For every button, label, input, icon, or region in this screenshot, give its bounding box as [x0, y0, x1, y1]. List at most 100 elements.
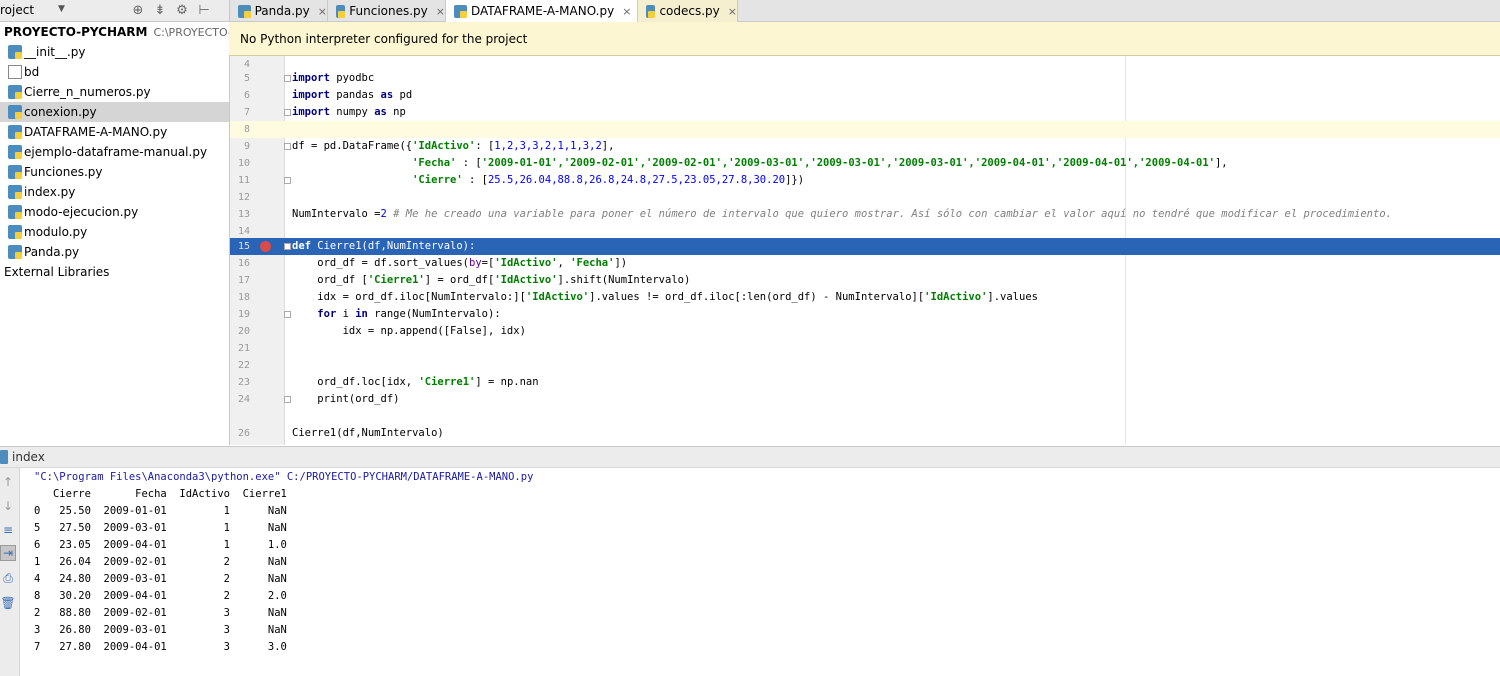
- fold-marker-icon[interactable]: [284, 311, 291, 318]
- console-line: 8 30.20 2009-04-01 2 2.0: [34, 590, 287, 602]
- line-number: 13: [237, 209, 250, 220]
- gear-icon[interactable]: ⚙: [175, 3, 189, 18]
- python-file-icon: [336, 4, 346, 18]
- tree-item-funciones[interactable]: Funciones.py: [0, 162, 229, 182]
- tree-item-init[interactable]: __init__.py: [0, 42, 229, 62]
- code-line[interactable]: 21: [230, 340, 1500, 357]
- chevron-down-icon[interactable]: ▼: [58, 4, 65, 14]
- code-editor[interactable]: 4 5 import pyodbc 6 import pandas as pd …: [229, 56, 1500, 445]
- fold-marker-icon[interactable]: [284, 396, 291, 403]
- tree-item-index[interactable]: index.py: [0, 182, 229, 202]
- trash-icon[interactable]: 🗑: [0, 595, 16, 611]
- line-number: 5: [243, 73, 250, 84]
- code-line[interactable]: 26 Cierre1(df,NumIntervalo): [230, 425, 1500, 442]
- line-number: 9: [243, 141, 250, 152]
- banner-text: No Python interpreter configured for the…: [240, 31, 528, 46]
- tree-item-external-libraries[interactable]: External Libraries: [0, 262, 229, 282]
- tree-item-panda[interactable]: Panda.py: [0, 242, 229, 262]
- console-line: 6 23.05 2009-04-01 1 1.0: [34, 539, 287, 551]
- code-line-current[interactable]: 8: [230, 121, 1500, 138]
- code-line[interactable]: 23 ord_df.loc[idx, 'Cierre1'] = np.nan: [230, 374, 1500, 391]
- tab-label: codecs.py: [659, 4, 720, 18]
- fold-marker-icon[interactable]: [284, 109, 291, 116]
- line-number: 21: [237, 343, 250, 354]
- code-line[interactable]: 9 df = pd.DataFrame({'IdActivo': [1,2,3,…: [230, 138, 1500, 155]
- tree-root[interactable]: PROYECTO-PYCHARM C:\PROYECTO-PYCHARM: [0, 22, 229, 42]
- python-file-icon: [8, 45, 22, 59]
- code-line[interactable]: 22: [230, 357, 1500, 374]
- line-number: 22: [237, 360, 250, 371]
- python-file-icon: [8, 105, 22, 119]
- project-view-selector[interactable]: roject: [0, 3, 34, 17]
- close-icon[interactable]: ×: [622, 5, 631, 18]
- code-line[interactable]: 20 idx = np.append([False], idx): [230, 323, 1500, 340]
- code-text: 'Fecha' : ['2009-01-01','2009-02-01','20…: [412, 157, 1228, 169]
- python-file-icon: [8, 85, 22, 99]
- python-file-icon: [8, 185, 22, 199]
- tree-item-modo-ejecucion[interactable]: modo-ejecucion.py: [0, 202, 229, 222]
- run-panel-header: index: [0, 446, 1500, 468]
- code-line[interactable]: 18 idx = ord_df.iloc[NumIntervalo:]['IdA…: [230, 289, 1500, 306]
- code-line[interactable]: 5 import pyodbc: [230, 70, 1500, 87]
- console-line: 7 27.80 2009-04-01 3 3.0: [34, 641, 287, 653]
- tree-item-bd[interactable]: bd: [0, 62, 229, 82]
- code-line[interactable]: 24 print(ord_df): [230, 391, 1500, 408]
- python-file-icon: [454, 4, 467, 18]
- code-line[interactable]: 13 NumIntervalo =2 # Me he creado una va…: [230, 206, 1500, 223]
- code-line[interactable]: 12: [230, 189, 1500, 206]
- python-file-icon: [8, 125, 22, 139]
- soft-wrap-icon[interactable]: ≡: [0, 522, 16, 538]
- close-icon[interactable]: ×: [728, 5, 737, 18]
- breakpoint-icon[interactable]: [260, 241, 271, 252]
- console-command-line: "C:\Program Files\Anaconda3\python.exe" …: [34, 471, 534, 483]
- python-run-icon: [0, 450, 8, 464]
- collapse-icon[interactable]: ⇟: [153, 3, 167, 18]
- tab-codecs[interactable]: codecs.py ×: [638, 0, 738, 22]
- tab-funciones[interactable]: Funciones.py ×: [328, 0, 446, 22]
- fold-marker-icon[interactable]: [284, 177, 291, 184]
- tree-item-cierre-n-numeros[interactable]: Cierre_n_numeros.py: [0, 82, 229, 102]
- hide-icon[interactable]: ⊢: [197, 3, 211, 18]
- code-text: print(ord_df): [292, 393, 400, 405]
- line-number: 8: [243, 124, 250, 135]
- code-line[interactable]: 7 import numpy as np: [230, 104, 1500, 121]
- fold-marker-icon[interactable]: [284, 75, 291, 82]
- code-text: import pandas as pd: [292, 89, 413, 101]
- code-text: import pyodbc: [292, 72, 375, 84]
- code-text: df = pd.DataFrame({'IdActivo': [1,2,3,3,…: [292, 140, 615, 152]
- tree-item-label: modo-ejecucion.py: [24, 205, 139, 219]
- file-icon: [8, 65, 22, 79]
- code-line[interactable]: 6 import pandas as pd: [230, 87, 1500, 104]
- close-icon[interactable]: ×: [436, 5, 445, 18]
- arrow-up-icon[interactable]: ↑: [0, 474, 16, 490]
- fold-marker-icon[interactable]: [284, 143, 291, 150]
- tree-item-label: External Libraries: [4, 265, 110, 279]
- code-line[interactable]: 11 'Cierre' : [25.5,26.04,88.8,26.8,24.8…: [230, 172, 1500, 189]
- line-number: 18: [237, 292, 250, 303]
- tree-item-conexion[interactable]: conexion.py: [0, 102, 229, 122]
- code-line[interactable]: 19 for i in range(NumIntervalo):: [230, 306, 1500, 323]
- root-name: PROYECTO-PYCHARM: [4, 25, 148, 39]
- tab-panda[interactable]: Panda.py ×: [230, 0, 328, 22]
- close-icon[interactable]: ×: [318, 5, 327, 18]
- root-path: C:\PROYECTO-PYCHARM: [153, 25, 229, 39]
- arrow-down-icon[interactable]: ↓: [0, 498, 16, 514]
- code-line[interactable]: 10 'Fecha' : ['2009-01-01','2009-02-01',…: [230, 155, 1500, 172]
- run-config-title[interactable]: index: [12, 450, 45, 464]
- scroll-to-end-icon[interactable]: ⇥: [0, 545, 16, 561]
- code-line[interactable]: 17 ord_df ['Cierre1'] = ord_df['IdActivo…: [230, 272, 1500, 289]
- run-console-output[interactable]: "C:\Program Files\Anaconda3\python.exe" …: [20, 468, 1500, 676]
- tab-dataframe-a-mano[interactable]: DATAFRAME-A-MANO.py ×: [446, 0, 638, 22]
- code-text: 'Cierre' : [25.5,26.04,88.8,26.8,24.8,27…: [412, 174, 805, 186]
- tree-item-dataframe-a-mano[interactable]: DATAFRAME-A-MANO.py: [0, 122, 229, 142]
- line-number: 23: [237, 377, 250, 388]
- python-file-icon: [8, 225, 22, 239]
- target-icon[interactable]: ⊕: [131, 3, 145, 18]
- code-line[interactable]: 16 ord_df = df.sort_values(by=['IdActivo…: [230, 255, 1500, 272]
- print-icon[interactable]: ⎙: [0, 570, 16, 586]
- code-text: ord_df.loc[idx, 'Cierre1'] = np.nan: [292, 376, 539, 388]
- code-line-breakpoint[interactable]: 15 def Cierre1(df,NumIntervalo):: [230, 238, 1500, 255]
- tree-item-ejemplo-dataframe-manual[interactable]: ejemplo-dataframe-manual.py: [0, 142, 229, 162]
- fold-marker-icon[interactable]: [284, 243, 291, 250]
- tree-item-modulo[interactable]: modulo.py: [0, 222, 229, 242]
